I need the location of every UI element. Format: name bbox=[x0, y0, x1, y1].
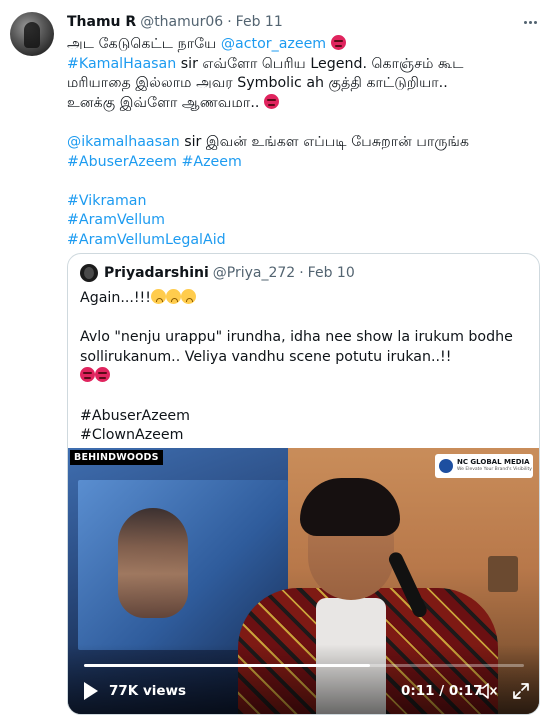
quoted-author-name[interactable]: Priyadarshini bbox=[104, 265, 209, 281]
video-player[interactable]: BEHINDWOODS NC GLOBAL MEDIA We Elevate Y… bbox=[68, 448, 539, 714]
quoted-tweet-text: Again...!!! Avlo "nenju urappu" irundha,… bbox=[80, 289, 530, 446]
fullscreen-icon bbox=[513, 683, 529, 699]
quoted-tweet[interactable]: Priyadarshini @Priya_272 · Feb 10 Again.… bbox=[67, 253, 540, 715]
tweet-line: #AramVellum bbox=[67, 211, 547, 231]
separator-dot: · bbox=[227, 14, 232, 30]
angry-face-emoji bbox=[80, 367, 95, 383]
quote-line: Again...!!! bbox=[80, 289, 530, 309]
hashtag-link[interactable]: #AbuserAzeem bbox=[67, 154, 177, 170]
video-time: 0:11 / 0:17 bbox=[401, 683, 483, 699]
hashtag-link[interactable]: #AramVellum bbox=[67, 212, 165, 228]
quote-line: #AbuserAzeem bbox=[80, 407, 190, 424]
hashtag-link[interactable]: #Azeem bbox=[182, 154, 242, 170]
behindwoods-watermark: BEHINDWOODS bbox=[70, 450, 163, 465]
play-icon bbox=[84, 682, 98, 700]
quoted-tweet-header: Priyadarshini @Priya_272 · Feb 10 bbox=[80, 263, 355, 283]
quote-line: sollirukanum.. Veliya vandhu scene potut… bbox=[80, 348, 452, 365]
angry-face-emoji bbox=[263, 93, 279, 109]
mention-link[interactable]: @ikamalhaasan bbox=[67, 134, 180, 150]
tweet-line: மரியாதை இல்லாம அவர Symbolic ah குத்தி கா… bbox=[67, 75, 448, 92]
quoted-author-avatar[interactable] bbox=[80, 264, 98, 282]
tweet-line: #AramVellumLegalAid bbox=[67, 231, 547, 251]
hashtag-link[interactable]: #KamalHaasan bbox=[67, 56, 176, 72]
tweet-date[interactable]: Feb 11 bbox=[236, 14, 283, 30]
worried-face-emoji bbox=[150, 289, 166, 304]
video-progress-fill bbox=[84, 664, 370, 667]
tweet-line: @ikamalhaasan sir இவன் உங்கள எப்படி பேசு… bbox=[67, 133, 470, 150]
quote-line: Avlo "nenju urappu" irundha, idha nee sh… bbox=[80, 329, 513, 346]
author-handle[interactable]: @thamur06 bbox=[140, 14, 223, 30]
tweet-line: #AbuserAzeem #Azeem bbox=[67, 153, 547, 173]
tweet-card[interactable]: Thamu R @thamur06 · Feb 11 அட கேடுகெட்ட … bbox=[0, 0, 558, 720]
more-horizontal-icon bbox=[523, 20, 527, 24]
mute-button[interactable] bbox=[478, 681, 498, 701]
more-options-button[interactable] bbox=[520, 12, 540, 32]
author-name[interactable]: Thamu R bbox=[67, 14, 136, 30]
hashtag-link[interactable]: #AramVellumLegalAid bbox=[67, 232, 226, 248]
quoted-author-handle[interactable]: @Priya_272 bbox=[213, 265, 295, 281]
tweet-line: #KamalHaasan sir எவ்ளோ பெரிய Legend. கொஞ… bbox=[67, 55, 464, 72]
tweet-line: #Vikraman bbox=[67, 192, 547, 212]
angry-face-emoji bbox=[330, 35, 346, 50]
tweet-line: அட கேடுகெட்ட நாயே @actor_azeem bbox=[67, 35, 547, 55]
video-progress-bar[interactable] bbox=[84, 664, 524, 667]
quoted-tweet-date[interactable]: Feb 10 bbox=[308, 265, 355, 281]
worried-face-emoji bbox=[165, 289, 181, 304]
separator-dot: · bbox=[299, 265, 304, 281]
hashtag-link[interactable]: #Vikraman bbox=[67, 193, 146, 209]
tweet-header: Thamu R @thamur06 · Feb 11 bbox=[67, 12, 283, 32]
angry-face-emoji bbox=[95, 367, 110, 383]
view-count: 77K views bbox=[109, 683, 187, 699]
nc-global-media-watermark: NC GLOBAL MEDIA We Elevate Your Brand's … bbox=[435, 454, 533, 478]
tweet-line: உனக்கு இவ்ளோ ஆணவமா.. bbox=[67, 93, 547, 114]
volume-muted-icon bbox=[479, 683, 497, 699]
quote-line bbox=[80, 367, 530, 387]
mention-link[interactable]: @actor_azeem bbox=[221, 36, 326, 52]
author-avatar[interactable] bbox=[10, 12, 54, 56]
tweet-text: அட கேடுகெட்ட நாயே @actor_azeem #KamalHaa… bbox=[67, 35, 547, 251]
fullscreen-button[interactable] bbox=[511, 681, 531, 701]
quote-line: #ClownAzeem bbox=[80, 427, 184, 444]
worried-face-emoji bbox=[180, 289, 196, 304]
play-button[interactable] bbox=[82, 681, 100, 701]
